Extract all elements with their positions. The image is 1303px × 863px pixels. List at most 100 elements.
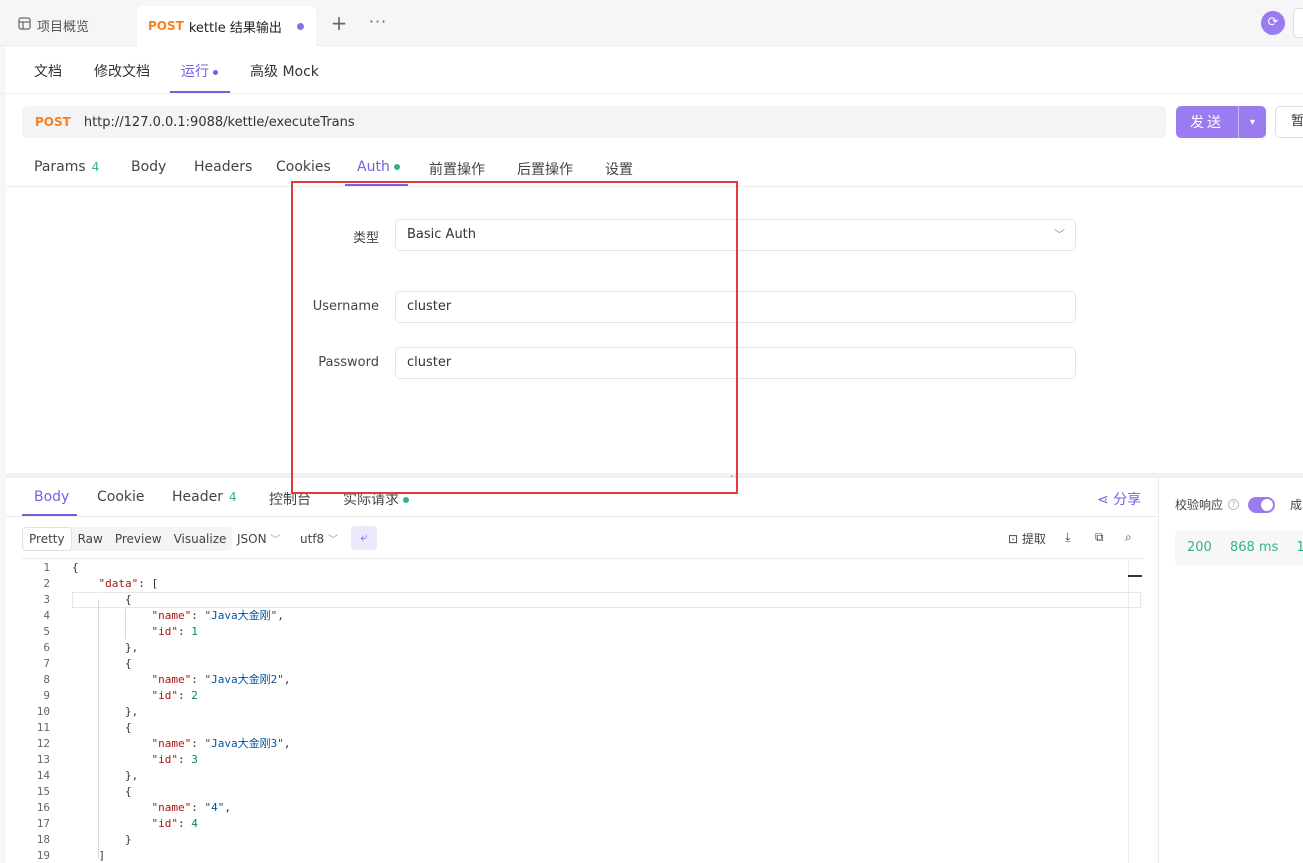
validate-toggle[interactable] — [1248, 496, 1276, 513]
code-text: "id": 1 — [151, 625, 198, 638]
code-line: 5 "id": 1 — [22, 624, 1142, 640]
code-text: ] — [72, 849, 106, 862]
header-count-badge: 4 — [228, 490, 237, 504]
extract-button[interactable]: ⊡ 提取 — [1008, 530, 1046, 547]
tab-response-cookie[interactable]: Cookie — [97, 489, 145, 505]
request-tab-indicator — [345, 184, 408, 186]
request-tabs: Params 4 Body Headers Cookies Auth 前置操作 后… — [6, 147, 1303, 187]
code-line: 19 ] — [22, 848, 1142, 863]
line-number: 7 — [43, 657, 50, 670]
url-bar[interactable]: POST http://127.0.0.1:9088/kettle/execut… — [22, 106, 1166, 138]
line-number: 1 — [43, 561, 50, 574]
code-line: 1{ — [22, 560, 1142, 576]
password-field[interactable]: cluster — [395, 347, 1076, 379]
auth-dot-icon — [393, 164, 400, 170]
content-type-select[interactable]: JSON ﹀ — [237, 531, 280, 546]
tab-headers[interactable]: Headers — [194, 159, 252, 175]
line-number: 3 — [43, 593, 50, 606]
line-number: 16 — [36, 801, 50, 814]
format-switcher: Pretty Raw Preview Visualize — [22, 527, 233, 551]
response-summary-panel: 校验响应 ? 成 200 868 ms 128 — [1158, 478, 1303, 863]
more-tabs-button[interactable]: ··· — [366, 12, 390, 34]
username-field[interactable]: cluster — [395, 291, 1076, 323]
code-text: "id": 2 — [151, 689, 198, 702]
tab-settings[interactable]: 设置 — [605, 159, 633, 179]
code-text: { — [72, 721, 132, 734]
code-line: 8 "name": "Java大金刚2", — [22, 672, 1142, 688]
line-number: 8 — [43, 673, 50, 686]
tab-kettle-result[interactable]: POST kettle 结果输出 — [137, 6, 316, 46]
tab-actual-request[interactable]: 实际请求 — [343, 489, 409, 509]
chevron-down-icon[interactable]: ▾ — [1239, 117, 1266, 128]
download-icon[interactable]: ⤓ — [1065, 530, 1070, 545]
line-number: 14 — [36, 769, 50, 782]
response-size: 128 — [1296, 540, 1303, 555]
send-button[interactable]: 发送 ▾ — [1176, 106, 1266, 138]
tab-project-overview[interactable]: 项目概览 — [18, 10, 89, 40]
line-number: 19 — [36, 849, 50, 862]
format-pretty[interactable]: Pretty — [22, 527, 72, 551]
tab-pre-ops[interactable]: 前置操作 — [429, 159, 485, 179]
tab-mock[interactable]: 高级 Mock — [250, 61, 319, 81]
active-tab-indicator — [170, 91, 230, 93]
auth-type-label: 类型 — [352, 231, 379, 246]
help-icon[interactable]: ? — [1228, 499, 1240, 510]
search-icon[interactable]: ⌕ — [1125, 530, 1132, 545]
code-line: 17 "id": 4 — [22, 816, 1142, 832]
code-line: 13 "id": 3 — [22, 752, 1142, 768]
status-code: 200 — [1187, 540, 1212, 555]
tab-strip: 项目概览 POST kettle 结果输出 + ··· ⟳ — [0, 0, 1303, 46]
auth-type-value: Basic Auth — [407, 227, 477, 242]
encoding-select[interactable]: utf8 ﹀ — [300, 531, 338, 546]
tab-cookies[interactable]: Cookies — [276, 159, 331, 175]
code-text: { — [72, 785, 132, 798]
actual-request-dot-icon — [403, 497, 409, 503]
url-input[interactable]: http://127.0.0.1:9088/kettle/executeTran… — [84, 115, 355, 130]
tab-post-ops[interactable]: 后置操作 — [517, 159, 573, 179]
tab-params[interactable]: Params 4 — [34, 159, 99, 175]
window-control[interactable] — [1293, 8, 1303, 38]
code-line: 4 "name": "Java大金刚", — [22, 608, 1142, 624]
auth-type-select[interactable]: Basic Auth ﹀ — [395, 219, 1076, 251]
code-line: 3 { — [22, 592, 1142, 608]
code-text: "name": "4", — [151, 801, 231, 814]
tab-method-badge: POST — [148, 19, 184, 33]
code-line: 7 { — [22, 656, 1142, 672]
sync-icon[interactable]: ⟳ — [1261, 11, 1285, 35]
extract-icon: ⊡ — [1008, 532, 1019, 546]
tab-edit-docs[interactable]: 修改文档 — [94, 61, 150, 81]
code-text: "name": "Java大金刚2", — [151, 673, 291, 686]
code-line: 11 { — [22, 720, 1142, 736]
method-select[interactable]: POST — [35, 115, 71, 129]
tab-auth[interactable]: Auth — [357, 159, 400, 175]
code-line: 16 "name": "4", — [22, 800, 1142, 816]
content-type-value: JSON — [237, 532, 267, 546]
add-tab-button[interactable]: + — [328, 12, 350, 34]
tab-response-header[interactable]: Header 4 — [172, 489, 237, 505]
code-text: "id": 4 — [151, 817, 198, 830]
word-wrap-icon[interactable]: ⤶ — [351, 526, 377, 550]
tab-run[interactable]: 运行 — [181, 61, 218, 81]
response-code-editor[interactable]: 1{2 "data": [3 {4 "name": "Java大金刚", 5 "i… — [22, 558, 1144, 863]
format-preview[interactable]: Preview — [109, 527, 168, 551]
share-button[interactable]: ⋖ 分享 — [1097, 489, 1141, 509]
line-number: 4 — [43, 609, 50, 622]
response-status: 200 868 ms 128 — [1175, 530, 1303, 566]
line-number: 12 — [36, 737, 50, 750]
code-line: 18 } — [22, 832, 1142, 848]
extract-label: 提取 — [1021, 532, 1046, 546]
line-number: 2 — [43, 577, 50, 590]
left-gutter — [0, 0, 6, 863]
chevron-down-icon: ﹀ — [1054, 228, 1065, 241]
save-button[interactable]: 暂 — [1275, 106, 1303, 138]
format-raw[interactable]: Raw — [72, 527, 109, 551]
tab-response-body[interactable]: Body — [34, 489, 69, 505]
copy-icon[interactable]: ⧉ — [1095, 530, 1104, 545]
tab-docs[interactable]: 文档 — [34, 61, 62, 81]
format-visualize[interactable]: Visualize — [168, 527, 233, 551]
tab-console[interactable]: 控制台 — [269, 489, 311, 509]
params-count-badge: 4 — [91, 160, 100, 174]
sub-tabs: 文档 修改文档 运行 高级 Mock — [0, 46, 1303, 94]
response-time: 868 ms — [1229, 540, 1279, 555]
tab-body[interactable]: Body — [131, 159, 166, 175]
